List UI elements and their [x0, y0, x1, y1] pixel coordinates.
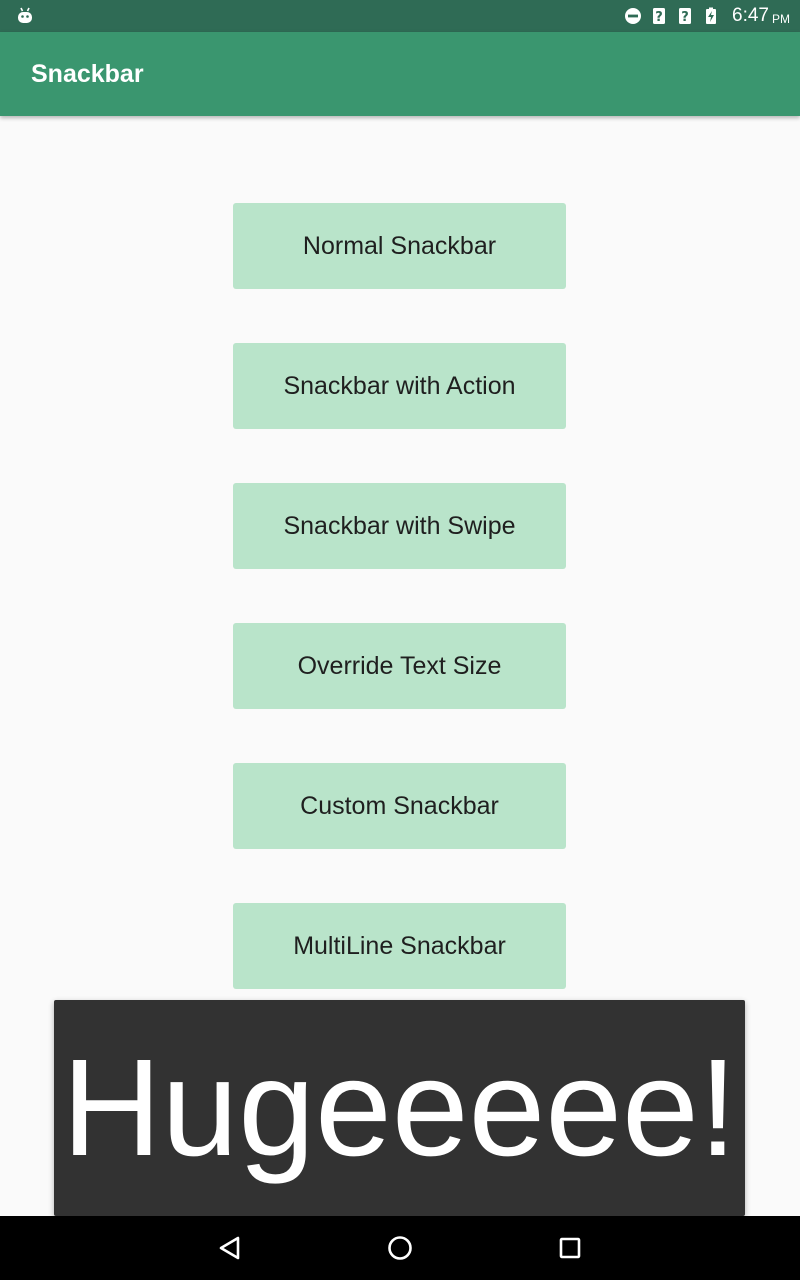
snackbar-message: Hugeeeee!: [61, 1031, 738, 1185]
battery-charging-icon: [706, 7, 717, 24]
multiline-snackbar-button[interactable]: MultiLine Snackbar: [233, 903, 566, 989]
navigation-bar: [0, 1216, 800, 1280]
status-bar: ? ? 6:47 PM: [0, 0, 800, 32]
do-not-disturb-icon: [625, 8, 642, 24]
normal-snackbar-button[interactable]: Normal Snackbar: [233, 203, 566, 289]
home-icon[interactable]: [386, 1234, 414, 1262]
unknown-signal-icon: ?: [679, 8, 692, 25]
override-text-size-button[interactable]: Override Text Size: [233, 623, 566, 709]
clock-time: 6:47: [732, 5, 769, 26]
back-icon[interactable]: [216, 1234, 244, 1262]
app-title: Snackbar: [31, 60, 144, 88]
recents-icon[interactable]: [556, 1234, 584, 1262]
svg-text:?: ?: [681, 10, 689, 25]
custom-snackbar-button[interactable]: Custom Snackbar: [233, 763, 566, 849]
unknown-signal-icon: ?: [653, 8, 666, 25]
android-icon: [18, 7, 32, 23]
clock-ampm: PM: [772, 11, 790, 26]
app-bar: Snackbar: [0, 32, 800, 116]
snackbar-with-action-button[interactable]: Snackbar with Action: [233, 343, 566, 429]
svg-text:?: ?: [655, 10, 663, 25]
snackbar-with-swipe-button[interactable]: Snackbar with Swipe: [233, 483, 566, 569]
snackbar[interactable]: Hugeeeee!: [54, 1000, 745, 1216]
